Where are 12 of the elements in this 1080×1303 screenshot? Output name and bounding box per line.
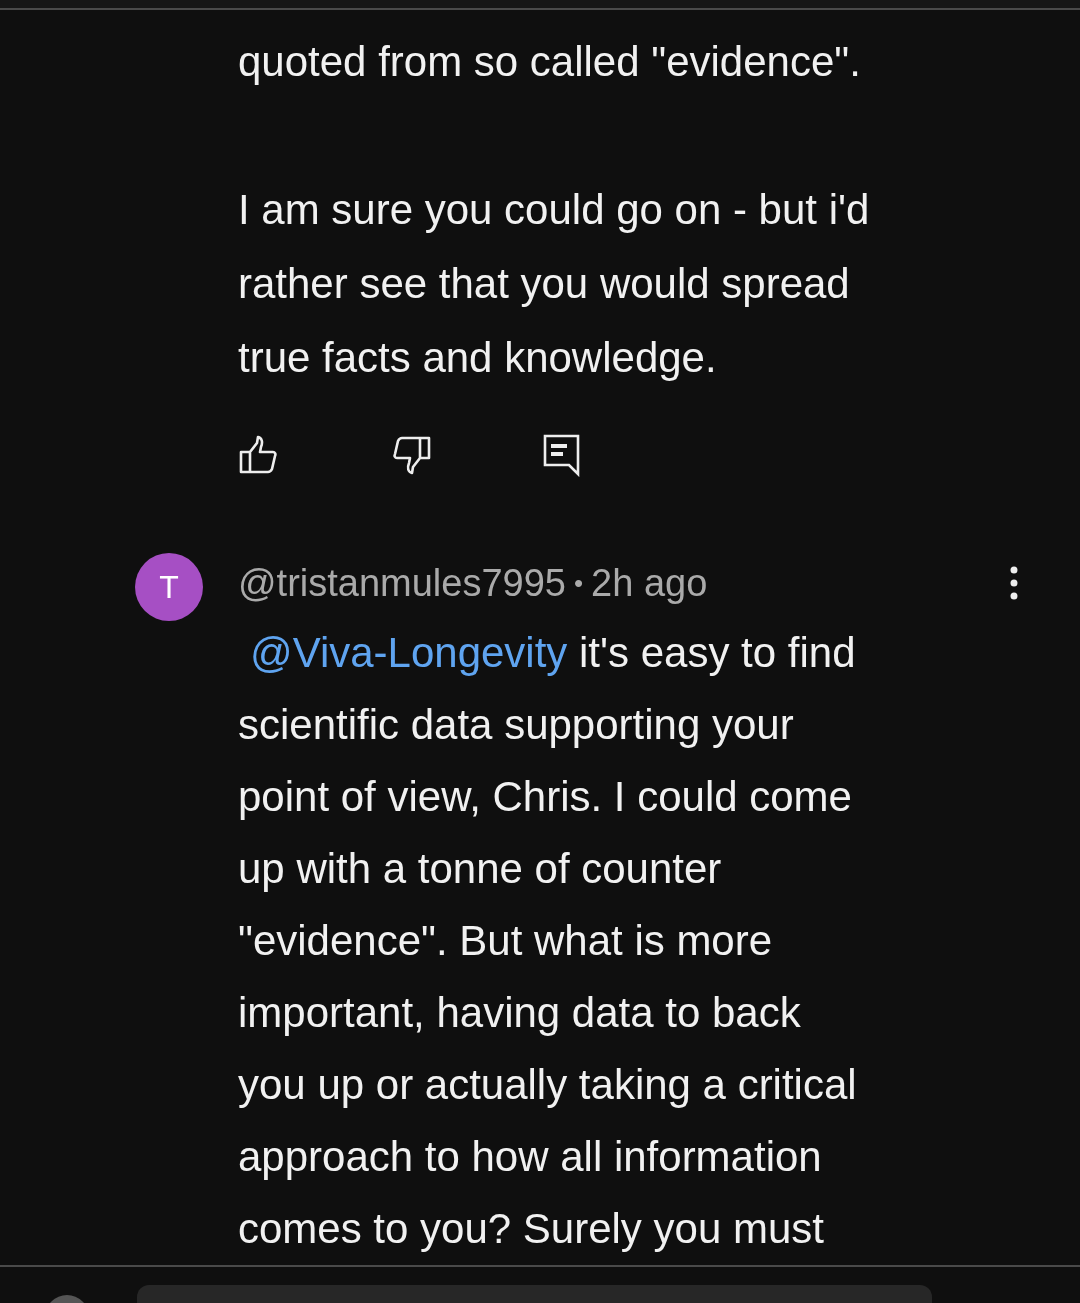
timestamp: 2h ago — [591, 561, 708, 605]
avatar[interactable]: T — [135, 553, 203, 621]
reply-button[interactable] — [542, 433, 582, 477]
comment-text: I am sure you could go on - but i'd rather see that you would spread true facts and knowledge. — [238, 185, 871, 383]
more-options-icon[interactable] — [1010, 566, 1018, 600]
comment-text: @Viva-Longevity it's easy to find scientific data supporting your point of view, Chris. I could come up with a tonne of counter "evidence". But what is more important, having data to back you up or actually taking a critical approach to how all information comes to you? Surely you must — [238, 628, 858, 1254]
like-button[interactable] — [238, 435, 280, 475]
mention-link[interactable]: @Viva-Longevity — [250, 629, 568, 676]
author-name[interactable]: @tristanmules7995 — [238, 561, 566, 605]
dislike-button[interactable] — [390, 435, 432, 475]
separator: • — [573, 567, 584, 599]
comment-text: quoted from so called "evidence". — [238, 37, 862, 87]
